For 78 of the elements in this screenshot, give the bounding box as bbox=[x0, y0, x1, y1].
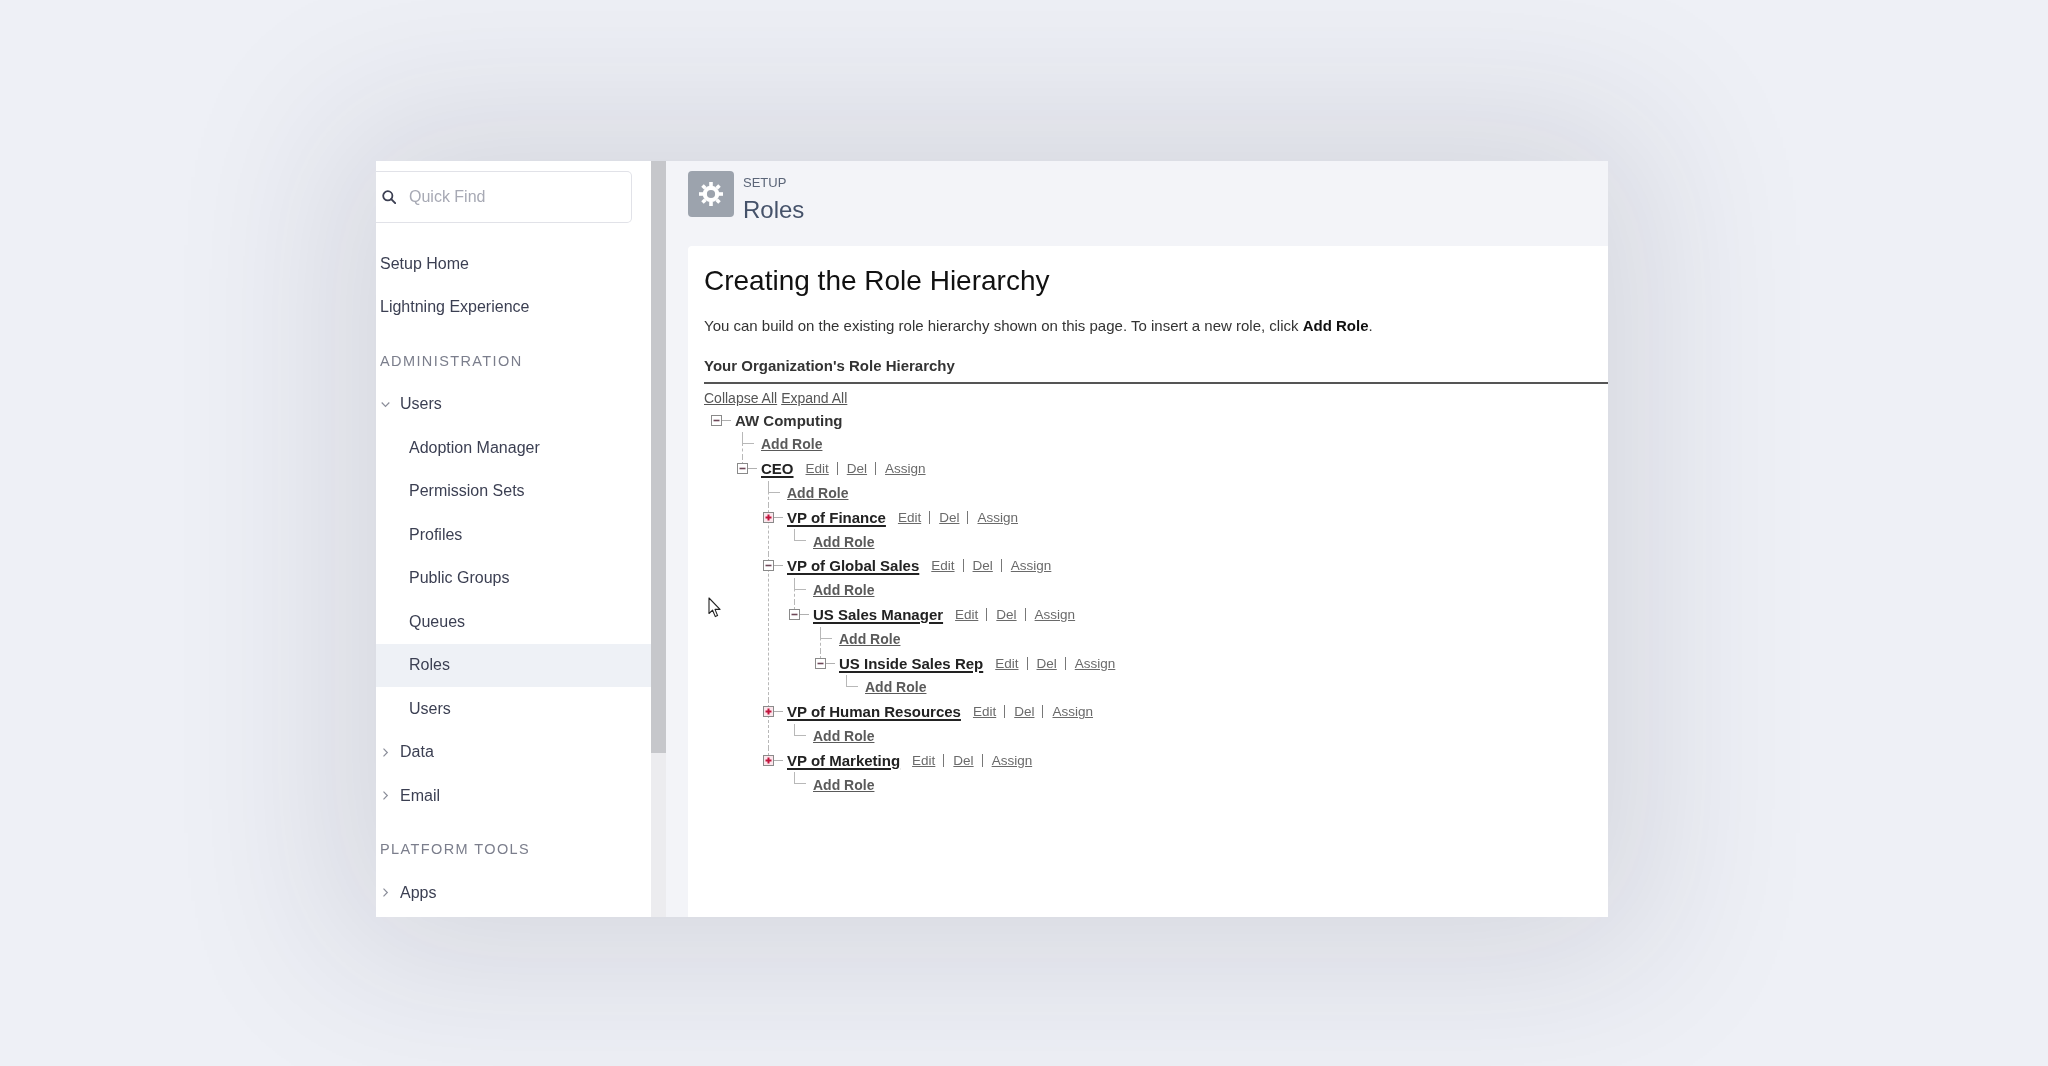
delete-link[interactable]: Del bbox=[1036, 655, 1057, 671]
nav-group-toggle[interactable]: Data bbox=[376, 730, 651, 774]
delete-link[interactable]: Del bbox=[1014, 704, 1035, 720]
nav-link[interactable]: Profiles bbox=[376, 513, 651, 557]
edit-link[interactable]: Edit bbox=[995, 655, 1019, 671]
tree-connector bbox=[846, 675, 858, 688]
section-heading: PLATFORM TOOLS bbox=[379, 840, 532, 860]
nav-group-toggle[interactable]: Email bbox=[376, 774, 651, 818]
settings-icon bbox=[688, 171, 734, 217]
plus-box-icon[interactable] bbox=[763, 706, 783, 718]
nav-link[interactable]: Setup Home bbox=[376, 242, 651, 286]
minus-box-icon[interactable] bbox=[815, 657, 835, 669]
scrollbar-thumb[interactable] bbox=[651, 161, 666, 753]
assign-link[interactable]: Assign bbox=[991, 752, 1033, 768]
expand-all-link[interactable]: Expand All bbox=[781, 389, 848, 407]
assign-link[interactable]: Assign bbox=[977, 509, 1018, 525]
edit-link[interactable]: Edit bbox=[972, 704, 997, 720]
delete-link[interactable]: Del bbox=[953, 752, 974, 768]
add-role-link[interactable]: Add Role bbox=[813, 533, 875, 550]
delete-link[interactable]: Del bbox=[996, 607, 1017, 622]
role-link[interactable]: CEO bbox=[761, 460, 794, 478]
minus-box-icon[interactable] bbox=[711, 414, 731, 426]
role-link[interactable]: US Inside Sales Rep bbox=[839, 654, 984, 672]
edit-link[interactable]: Edit bbox=[897, 509, 922, 525]
nav-link[interactable]: Lightning Experience bbox=[376, 285, 651, 329]
page-title: Roles bbox=[743, 196, 805, 224]
add-role-link[interactable]: Add Role bbox=[761, 436, 823, 453]
minus-box-icon[interactable] bbox=[763, 560, 783, 572]
plus-box-icon[interactable] bbox=[763, 754, 783, 766]
delete-link[interactable]: Del bbox=[972, 558, 993, 574]
edit-link[interactable]: Edit bbox=[805, 461, 829, 477]
breadcrumb-label: SETUP bbox=[743, 175, 787, 191]
add-role-link[interactable]: Add Role bbox=[839, 630, 901, 647]
hierarchy-heading: Your Organization's Role Hierarchy bbox=[704, 356, 955, 376]
nav-link[interactable]: Adoption Manager bbox=[376, 426, 651, 470]
role-link[interactable]: US Sales Manager bbox=[813, 606, 944, 623]
intro-text: You can build on the existing role hierarchy shown on this page. To insert a new role, click Add Role. bbox=[704, 316, 1373, 336]
tree-connector bbox=[794, 578, 806, 591]
tree-connector bbox=[794, 529, 806, 542]
organization-name: AW Computing bbox=[735, 411, 843, 429]
section-title: Creating the Role Hierarchy bbox=[704, 265, 1050, 297]
tree-connector bbox=[794, 772, 806, 785]
edit-link[interactable]: Edit bbox=[912, 752, 936, 768]
role-link[interactable]: VP of Marketing bbox=[787, 751, 901, 769]
nav-link[interactable]: Roles bbox=[376, 643, 651, 687]
delete-link[interactable]: Del bbox=[939, 509, 960, 525]
edit-link[interactable]: Edit bbox=[955, 607, 979, 622]
assign-link[interactable]: Assign bbox=[1052, 704, 1093, 720]
role-link[interactable]: VP of Human Resources bbox=[787, 703, 961, 721]
search-field[interactable]: Quick Find bbox=[376, 171, 632, 223]
add-role-link[interactable]: Add Role bbox=[865, 679, 927, 696]
mouse-pointer-icon bbox=[708, 597, 722, 618]
add-role-link[interactable]: Add Role bbox=[813, 728, 875, 744]
role-link[interactable]: VP of Finance bbox=[787, 508, 886, 526]
search-icon bbox=[382, 190, 396, 204]
nav-link[interactable]: Permission Sets bbox=[376, 469, 651, 513]
role-link[interactable]: VP of Global Sales bbox=[787, 557, 920, 575]
nav-link[interactable]: Users bbox=[376, 687, 651, 731]
minus-box-icon[interactable] bbox=[737, 463, 757, 475]
assign-link[interactable]: Assign bbox=[1074, 655, 1116, 671]
nav-link[interactable]: Public Groups bbox=[376, 556, 651, 600]
collapse-all-link[interactable]: Collapse All bbox=[704, 389, 778, 407]
section-heading: ADMINISTRATION bbox=[379, 351, 524, 371]
add-role-link[interactable]: Add Role bbox=[813, 582, 875, 599]
minus-box-icon[interactable] bbox=[789, 609, 809, 620]
nav-link[interactable]: Queues bbox=[376, 600, 651, 644]
assign-link[interactable]: Assign bbox=[1010, 558, 1052, 574]
tree-connector bbox=[742, 432, 754, 445]
delete-link[interactable]: Del bbox=[846, 461, 868, 477]
add-role-link[interactable]: Add Role bbox=[813, 776, 875, 793]
add-role-link[interactable]: Add Role bbox=[787, 485, 849, 502]
nav-group-toggle[interactable]: Users bbox=[376, 382, 651, 426]
edit-link[interactable]: Edit bbox=[931, 558, 955, 574]
nav-group-toggle[interactable]: Apps bbox=[376, 871, 651, 915]
assign-link[interactable]: Assign bbox=[1034, 607, 1076, 622]
plus-box-icon[interactable] bbox=[763, 511, 783, 523]
tree-connector bbox=[794, 723, 806, 736]
assign-link[interactable]: Assign bbox=[885, 461, 926, 477]
